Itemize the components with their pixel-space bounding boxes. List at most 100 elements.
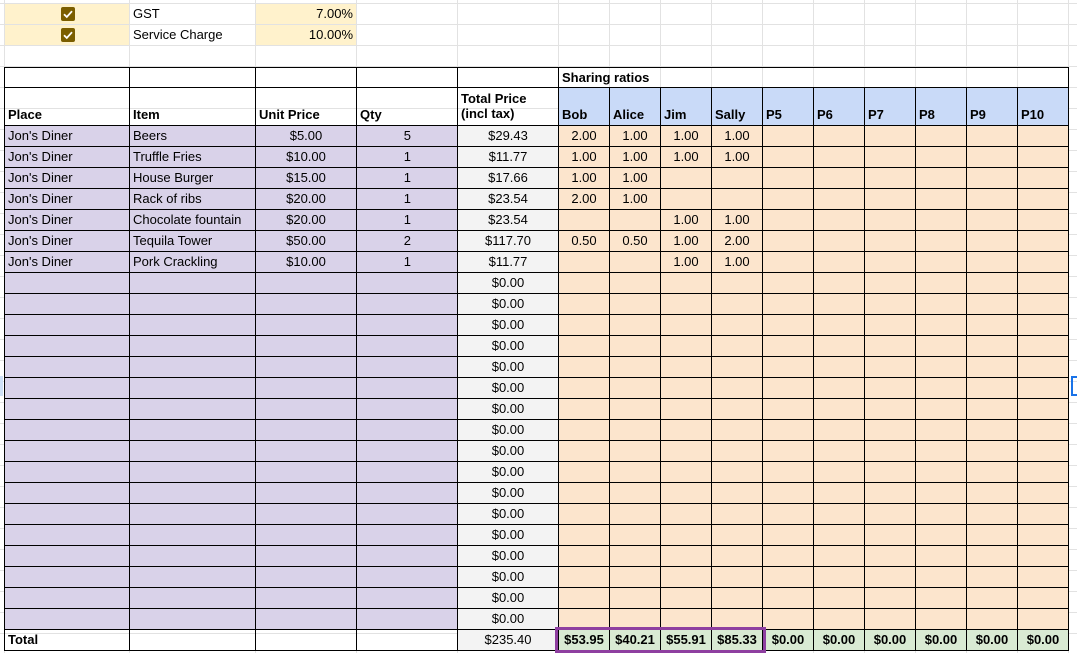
cell-place[interactable]	[5, 336, 130, 357]
cell-item[interactable]	[130, 588, 256, 609]
cell-sharing-ratio[interactable]	[916, 315, 967, 336]
cell-total-price[interactable]: $17.66	[458, 168, 559, 189]
cell-sharing-ratio[interactable]	[763, 189, 814, 210]
cell-sharing-ratio[interactable]	[712, 357, 763, 378]
cell-unit-price[interactable]	[256, 525, 357, 546]
cell-sharing-ratio[interactable]	[916, 525, 967, 546]
cell-sharing-ratio[interactable]	[661, 567, 712, 588]
header-person[interactable]: Bob	[559, 88, 610, 126]
cell-item[interactable]	[130, 336, 256, 357]
cell-sharing-ratio[interactable]	[865, 441, 916, 462]
cell-total-price[interactable]: $0.00	[458, 609, 559, 630]
cell-total-price[interactable]: $0.00	[458, 315, 559, 336]
cell-sharing-ratio[interactable]	[661, 189, 712, 210]
cell-sharing-ratio[interactable]	[559, 546, 610, 567]
cell-sharing-ratio[interactable]	[661, 420, 712, 441]
checkbox-checked-icon[interactable]	[61, 28, 75, 42]
cell-place[interactable]	[5, 504, 130, 525]
cell-total-price[interactable]: $0.00	[458, 525, 559, 546]
cell-qty[interactable]	[357, 378, 458, 399]
header-total-price[interactable]: Total Price (incl tax)	[458, 88, 559, 126]
cell-sharing-ratio[interactable]: 1.00	[661, 210, 712, 231]
cell-unit-price[interactable]	[256, 483, 357, 504]
cell-place[interactable]	[5, 441, 130, 462]
cell-sharing-ratio[interactable]	[865, 231, 916, 252]
cell-total-price[interactable]: $0.00	[458, 567, 559, 588]
cell-item[interactable]: House Burger	[130, 168, 256, 189]
cell-sharing-ratio[interactable]	[610, 336, 661, 357]
cell-sharing-ratio[interactable]: 1.00	[661, 231, 712, 252]
cell-sharing-ratio[interactable]	[661, 441, 712, 462]
cell-unit-price[interactable]	[256, 588, 357, 609]
cell-total-price[interactable]: $23.54	[458, 210, 559, 231]
cell-item[interactable]	[130, 399, 256, 420]
cell-sharing-ratio[interactable]	[559, 441, 610, 462]
cell-sharing-ratio[interactable]	[559, 273, 610, 294]
cell-sharing-ratio[interactable]	[865, 294, 916, 315]
header-place[interactable]: Place	[5, 88, 130, 126]
cell-place[interactable]: Jon's Diner	[5, 252, 130, 273]
cell-item[interactable]	[130, 273, 256, 294]
cell-total-price[interactable]: $0.00	[458, 378, 559, 399]
cell-unit-price[interactable]: $10.00	[256, 147, 357, 168]
cell-sharing-ratio[interactable]	[916, 336, 967, 357]
cell-sharing-ratio[interactable]	[967, 189, 1018, 210]
cell-sharing-ratio[interactable]	[763, 483, 814, 504]
cell-sharing-ratio[interactable]: 1.00	[712, 210, 763, 231]
per-person-total[interactable]: $85.33	[712, 630, 763, 651]
cell-place[interactable]: Jon's Diner	[5, 147, 130, 168]
cell-total-price[interactable]: $23.54	[458, 189, 559, 210]
cell-sharing-ratio[interactable]	[712, 378, 763, 399]
cell-sharing-ratio[interactable]	[916, 504, 967, 525]
cell-sharing-ratio[interactable]	[916, 441, 967, 462]
cell-place[interactable]	[5, 315, 130, 336]
cell-sharing-ratio[interactable]	[865, 357, 916, 378]
cell-item[interactable]	[130, 441, 256, 462]
cell-sharing-ratio[interactable]: 2.00	[559, 126, 610, 147]
cell-sharing-ratio[interactable]	[763, 231, 814, 252]
cell-sharing-ratio[interactable]	[661, 399, 712, 420]
cell-sharing-ratio[interactable]	[559, 357, 610, 378]
cell-qty[interactable]: 1	[357, 147, 458, 168]
cell-unit-price[interactable]	[256, 399, 357, 420]
cell-item[interactable]	[130, 420, 256, 441]
cell-qty[interactable]	[357, 546, 458, 567]
cell-sharing-ratio[interactable]	[1018, 252, 1069, 273]
cell-item[interactable]: Beers	[130, 126, 256, 147]
cell-sharing-ratio[interactable]	[763, 441, 814, 462]
settings-value[interactable]: 10.00%	[256, 25, 357, 46]
cell-sharing-ratio[interactable]	[712, 315, 763, 336]
cell-sharing-ratio[interactable]	[967, 525, 1018, 546]
cell-sharing-ratio[interactable]	[763, 315, 814, 336]
cell-sharing-ratio[interactable]	[814, 189, 865, 210]
cell-sharing-ratio[interactable]	[814, 462, 865, 483]
cell-sharing-ratio[interactable]	[814, 441, 865, 462]
cell-unit-price[interactable]	[256, 462, 357, 483]
cell-sharing-ratio[interactable]	[865, 420, 916, 441]
cell-sharing-ratio[interactable]	[967, 126, 1018, 147]
cell-sharing-ratio[interactable]	[814, 336, 865, 357]
cell-sharing-ratio[interactable]	[712, 504, 763, 525]
cell-sharing-ratio[interactable]	[610, 609, 661, 630]
cell-item[interactable]	[130, 525, 256, 546]
settings-label[interactable]: Service Charge	[130, 25, 256, 46]
cell-sharing-ratio[interactable]	[865, 126, 916, 147]
cell-sharing-ratio[interactable]	[1018, 357, 1069, 378]
header-spacer[interactable]	[357, 67, 458, 88]
cell-sharing-ratio[interactable]	[814, 168, 865, 189]
cell-item[interactable]	[130, 504, 256, 525]
cell-sharing-ratio[interactable]	[610, 525, 661, 546]
cell-total-price[interactable]: $117.70	[458, 231, 559, 252]
cell-item[interactable]: Truffle Fries	[130, 147, 256, 168]
header-person[interactable]: P5	[763, 88, 814, 126]
cell-total-price[interactable]: $0.00	[458, 420, 559, 441]
cell-sharing-ratio[interactable]	[763, 378, 814, 399]
cell-sharing-ratio[interactable]	[559, 504, 610, 525]
cell-sharing-ratio[interactable]	[865, 399, 916, 420]
cell-sharing-ratio[interactable]	[916, 483, 967, 504]
cell-item[interactable]	[130, 462, 256, 483]
cell-sharing-ratio[interactable]	[814, 567, 865, 588]
cell-sharing-ratio[interactable]	[967, 357, 1018, 378]
cell-qty[interactable]	[357, 588, 458, 609]
header-person[interactable]: P7	[865, 88, 916, 126]
